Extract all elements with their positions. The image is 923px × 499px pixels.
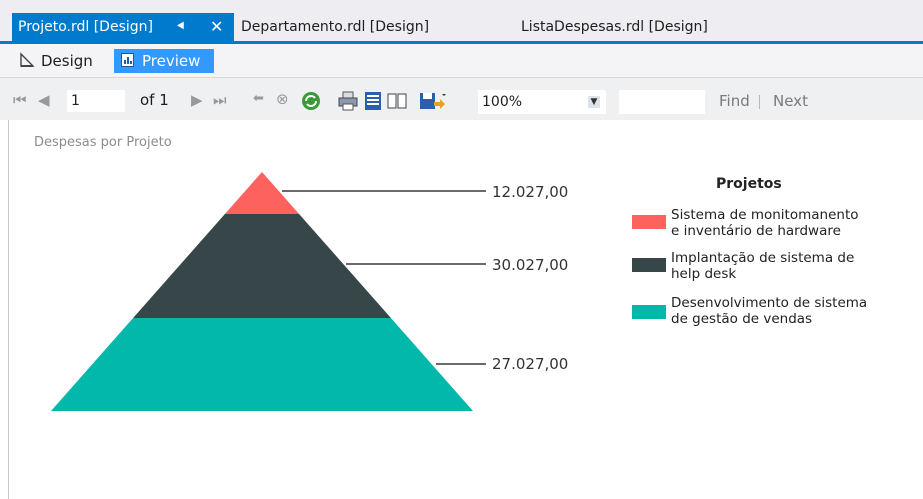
legend-title: Projetos [716,176,782,192]
pyramid-segment-2 [133,214,391,318]
pyramid-segment-3 [51,318,473,411]
legend-swatch-3 [632,305,666,319]
legend-item-2: Implantação de sistema de help desk [671,250,855,282]
data-label-1: 12.027,00 [492,183,569,201]
data-label-2: 30.027,00 [492,256,569,274]
pyramid-segment-1 [224,172,300,214]
data-label-3: 27.027,00 [492,355,569,373]
legend-item-1: Sistema de monitomanento e inventário de… [671,207,859,239]
legend-item-3: Desenvolvimento de sistema de gestão de … [671,295,868,327]
legend-swatch-2 [632,258,666,272]
legend-swatch-1 [632,215,666,229]
